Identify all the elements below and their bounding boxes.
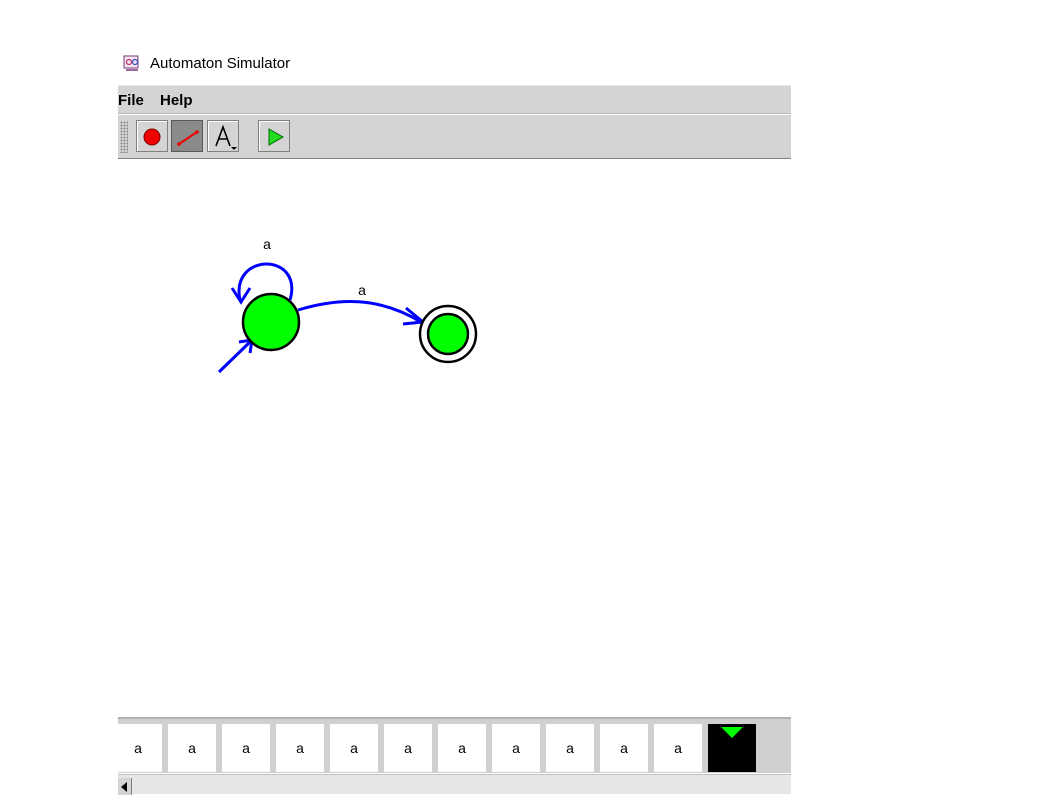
title-bar: Automaton Simulator <box>118 50 791 78</box>
tape-cell[interactable]: a <box>546 724 594 772</box>
tape-cell[interactable]: a <box>492 724 540 772</box>
toolbar <box>118 115 791 159</box>
window-title: Automaton Simulator <box>150 55 291 72</box>
automaton-canvas[interactable]: aa <box>118 160 791 716</box>
initial-state[interactable] <box>241 292 301 352</box>
transition-label: a <box>263 236 271 252</box>
automaton-diagram[interactable]: aa <box>118 160 791 716</box>
tape-cell[interactable]: a <box>600 724 648 772</box>
tape-cell[interactable]: a <box>438 724 486 772</box>
menu-file[interactable]: File <box>118 92 144 109</box>
arrow-line-icon <box>177 130 199 146</box>
head-pointer-icon <box>721 727 743 738</box>
menu-help[interactable]: Help <box>160 92 193 109</box>
tape-cell[interactable]: a <box>222 724 270 772</box>
initial-arrow <box>217 338 254 374</box>
green-play-icon <box>268 128 285 146</box>
letter-a-icon <box>215 124 237 150</box>
left-arrow-icon <box>121 782 127 792</box>
tape-cell[interactable]: a <box>118 724 162 772</box>
tape-cell[interactable]: a <box>330 724 378 772</box>
menu-bar: File Help <box>118 85 791 114</box>
toolbar-grip[interactable] <box>120 121 128 153</box>
accepting-state[interactable] <box>426 312 470 356</box>
tape-cell[interactable]: a <box>384 724 432 772</box>
app-icon <box>122 53 142 73</box>
tape-head-cell[interactable] <box>708 724 756 772</box>
add-transition-button[interactable] <box>171 120 203 152</box>
edit-label-button[interactable] <box>207 120 239 152</box>
tape-cell[interactable]: a <box>654 724 702 772</box>
run-button[interactable] <box>258 120 290 152</box>
input-tape: aaaaaaaaaaa <box>118 717 791 773</box>
red-circle-icon <box>143 128 161 146</box>
transition-edge[interactable] <box>297 300 422 324</box>
tape-cell[interactable]: a <box>168 724 216 772</box>
self-loop-arrowhead <box>230 287 252 305</box>
scroll-left-button[interactable] <box>118 778 132 795</box>
tape-scrollbar[interactable] <box>118 774 791 795</box>
transition-label: a <box>358 282 366 298</box>
tape-cell[interactable]: a <box>276 724 324 772</box>
add-state-button[interactable] <box>136 120 168 152</box>
